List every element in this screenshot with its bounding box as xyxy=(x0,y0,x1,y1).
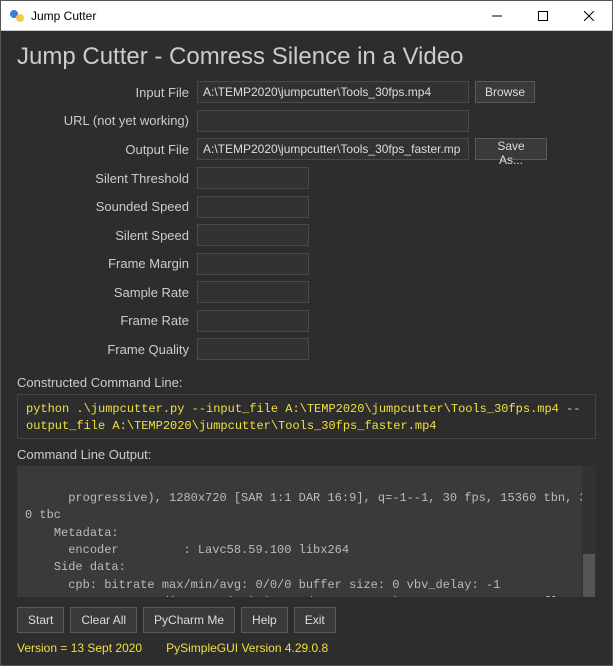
output-text: progressive), 1280x720 [SAR 1:1 DAR 16:9… xyxy=(25,491,587,597)
frame-rate-field[interactable] xyxy=(197,310,309,332)
window-title: Jump Cutter xyxy=(31,9,96,23)
output-scrollbar[interactable] xyxy=(582,466,596,597)
button-row: Start Clear All PyCharm Me Help Exit xyxy=(17,607,596,633)
constructed-command-box: python .\jumpcutter.py --input_file A:\T… xyxy=(17,394,596,440)
app-window: Jump Cutter Jump Cutter - Comress Silenc… xyxy=(0,0,613,666)
maximize-button[interactable] xyxy=(520,1,566,31)
silent-speed-field[interactable] xyxy=(197,224,309,246)
label-url: URL (not yet working) xyxy=(17,113,197,128)
output-file-field[interactable] xyxy=(197,138,469,160)
label-constructed-cmd: Constructed Command Line: xyxy=(17,375,596,390)
minimize-button[interactable] xyxy=(474,1,520,31)
start-button[interactable]: Start xyxy=(17,607,64,633)
titlebar: Jump Cutter xyxy=(1,1,612,31)
clear-all-button[interactable]: Clear All xyxy=(70,607,137,633)
frame-margin-field[interactable] xyxy=(197,253,309,275)
close-button[interactable] xyxy=(566,1,612,31)
app-icon xyxy=(9,8,25,24)
label-sample-rate: Sample Rate xyxy=(17,285,197,300)
content-area: Jump Cutter - Comress Silence in a Video… xyxy=(1,31,612,665)
label-sounded-speed: Sounded Speed xyxy=(17,199,197,214)
label-input-file: Input File xyxy=(17,85,197,100)
sample-rate-field[interactable] xyxy=(197,281,309,303)
label-frame-quality: Frame Quality xyxy=(17,342,197,357)
footer-version: Version = 13 Sept 2020 xyxy=(17,641,142,655)
output-box: progressive), 1280x720 [SAR 1:1 DAR 16:9… xyxy=(17,466,596,597)
frame-quality-field[interactable] xyxy=(197,338,309,360)
label-silent-threshold: Silent Threshold xyxy=(17,171,197,186)
help-button[interactable]: Help xyxy=(241,607,288,633)
footer-psg-version: PySimpleGUI Version 4.29.0.8 xyxy=(166,641,328,655)
save-as-button[interactable]: Save As... xyxy=(475,138,547,160)
pycharm-button[interactable]: PyCharm Me xyxy=(143,607,235,633)
label-output: Command Line Output: xyxy=(17,447,596,462)
page-title: Jump Cutter - Comress Silence in a Video xyxy=(17,43,596,71)
footer: Version = 13 Sept 2020 PySimpleGUI Versi… xyxy=(17,641,596,655)
label-silent-speed: Silent Speed xyxy=(17,228,197,243)
output-scrollthumb[interactable] xyxy=(583,554,595,597)
label-frame-margin: Frame Margin xyxy=(17,256,197,271)
silent-threshold-field[interactable] xyxy=(197,167,309,189)
label-output-file: Output File xyxy=(17,142,197,157)
input-file-field[interactable] xyxy=(197,81,469,103)
label-frame-rate: Frame Rate xyxy=(17,313,197,328)
browse-button[interactable]: Browse xyxy=(475,81,535,103)
exit-button[interactable]: Exit xyxy=(294,607,336,633)
url-field[interactable] xyxy=(197,110,469,132)
sounded-speed-field[interactable] xyxy=(197,196,309,218)
